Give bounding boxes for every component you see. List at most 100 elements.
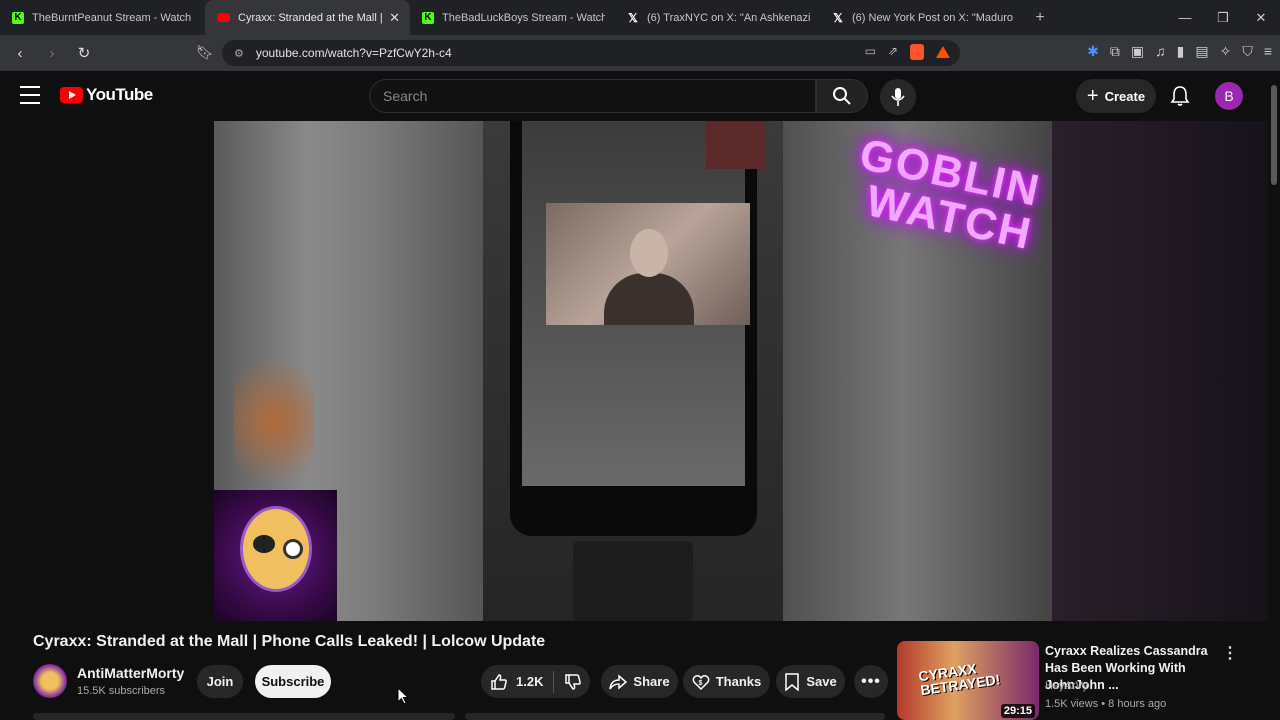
kick-icon: K	[12, 11, 24, 24]
browser-tab[interactable]: 𝕏 (6) TraxNYC on X: "An Ashkenazi less	[615, 0, 820, 35]
like-count[interactable]: 1.2K	[516, 674, 543, 689]
mouse-cursor-icon	[397, 687, 409, 705]
address-bar: ‹ › ↻ 🔖︎ ⚙ youtube.com/watch?v=PzfCwY2h-…	[0, 35, 1280, 71]
save-label: Save	[806, 674, 837, 689]
phone-footage	[483, 121, 783, 621]
leo-ai-icon[interactable]: ✧	[1220, 43, 1232, 60]
tab-title: TheBadLuckBoys Stream - Watch Live	[442, 11, 605, 24]
new-tab-icon[interactable]: +	[1025, 9, 1055, 27]
account-avatar[interactable]: B	[1215, 82, 1243, 110]
vpn-icon[interactable]: ⛉	[1242, 43, 1253, 60]
video-duration: 29:15	[1000, 704, 1035, 718]
thanks-button[interactable]: $ Thanks	[683, 665, 770, 698]
description-box-edge	[33, 713, 455, 720]
url-field[interactable]: ⚙ youtube.com/watch?v=PzfCwY2h-c4 ▭ ⇗	[222, 40, 960, 66]
like-dislike-group: 1.2K	[481, 665, 590, 698]
youtube-icon	[217, 13, 230, 22]
microphone-icon	[891, 88, 905, 106]
close-window-icon[interactable]: ✕	[1242, 0, 1280, 35]
phone-image	[510, 121, 766, 536]
omnibox-actions: ▭ ⇗	[865, 44, 950, 60]
window-controls: — ❐ ✕	[1166, 0, 1280, 35]
tab-title: (6) TraxNYC on X: "An Ashkenazi less	[647, 11, 810, 24]
screenshot-icon[interactable]: ▣	[1131, 43, 1144, 60]
media-icon[interactable]: ♫	[1155, 43, 1166, 60]
site-info-icon[interactable]: ⚙	[234, 47, 244, 60]
create-button[interactable]: + Create	[1076, 79, 1156, 113]
youtube-logo-text: YouTube	[86, 85, 153, 104]
video-call-image	[546, 203, 750, 325]
plus-icon: +	[1086, 84, 1099, 107]
cast-icon[interactable]: ▭	[865, 44, 876, 60]
extensions-toolbar: ✱ ⧉ ▣ ♫ ▮ ▤ ✧ ⛉ ≡	[1087, 43, 1272, 60]
browser-tab[interactable]: 𝕏 (6) New York Post on X: "Maduro Op	[820, 0, 1025, 35]
search-placeholder: Search	[383, 88, 428, 104]
browser-tab[interactable]: K TheBurntPeanut Stream - Watch L	[0, 0, 205, 35]
menu-icon[interactable]: ≡	[1264, 43, 1272, 60]
self-view-image	[706, 121, 766, 169]
forward-icon[interactable]: ›	[40, 41, 64, 65]
channel-watermark-logo	[214, 490, 337, 621]
save-button[interactable]: Save	[776, 665, 845, 698]
thanks-label: Thanks	[715, 674, 762, 689]
browser-tab-bar: K TheBurntPeanut Stream - Watch L Cyraxx…	[0, 0, 1280, 35]
thumbnail-text: CYRAXX BETRAYED!	[917, 660, 1002, 699]
share-label: Share	[633, 674, 670, 689]
channel-name[interactable]: AntiMatterMorty	[77, 665, 184, 681]
x-icon: 𝕏	[833, 10, 843, 25]
extension-icon[interactable]: ✱	[1087, 43, 1099, 60]
url-text: youtube.com/watch?v=PzfCwY2h-c4	[255, 46, 452, 60]
channel-avatar[interactable]	[33, 664, 67, 698]
youtube-logo[interactable]: YouTube	[60, 85, 153, 105]
notifications-bell-icon[interactable]	[1170, 85, 1190, 112]
bookmark-icon[interactable]: 🔖︎	[196, 44, 214, 61]
sidebar-icon[interactable]: ▮	[1177, 43, 1185, 60]
x-icon: 𝕏	[628, 10, 638, 25]
minimize-icon[interactable]: —	[1166, 0, 1204, 35]
share-button[interactable]: Share	[601, 665, 678, 698]
thanks-heart-icon: $	[692, 674, 710, 690]
share-icon	[609, 673, 628, 690]
more-vertical-icon[interactable]: ⋮	[1222, 643, 1238, 663]
recommended-video-meta: 1.5K views • 8 hours ago	[1045, 698, 1167, 710]
search-input[interactable]: Search	[369, 79, 816, 113]
page-scrollbar[interactable]	[1268, 71, 1280, 720]
more-horizontal-icon: •••	[861, 672, 881, 690]
restore-icon[interactable]: ❐	[1204, 0, 1242, 35]
brave-rewards-icon[interactable]	[936, 46, 950, 58]
tab-title: (6) New York Post on X: "Maduro Op	[852, 11, 1015, 24]
search-button[interactable]	[816, 79, 868, 113]
close-tab-icon[interactable]: ✕	[389, 10, 400, 26]
wallet-icon[interactable]: ▤	[1195, 43, 1208, 60]
recommended-video-thumbnail[interactable]: CYRAXX BETRAYED! 29:15	[897, 641, 1039, 720]
back-icon[interactable]: ‹	[8, 41, 32, 65]
svg-text:$: $	[698, 680, 702, 687]
tab-title: Cyraxx: Stranded at the Mall |	[238, 11, 383, 24]
video-player[interactable]: GOBLIN WATCH	[214, 121, 1052, 621]
join-button[interactable]: Join	[197, 665, 243, 698]
thumbs-up-icon[interactable]	[490, 673, 508, 691]
extensions-puzzle-icon[interactable]: ⧉	[1110, 43, 1120, 60]
hamburger-menu-icon[interactable]	[20, 86, 40, 104]
page-gutter-left	[0, 121, 214, 621]
browser-tab[interactable]: K TheBadLuckBoys Stream - Watch Live	[410, 0, 615, 35]
share-page-icon[interactable]: ⇗	[888, 44, 898, 60]
thumbs-down-icon[interactable]	[564, 673, 582, 691]
create-label: Create	[1104, 88, 1146, 104]
more-actions-button[interactable]: •••	[854, 665, 888, 698]
phone-screen	[522, 121, 766, 486]
video-title: Cyraxx: Stranded at the Mall | Phone Cal…	[33, 633, 546, 650]
browser-tab-active[interactable]: Cyraxx: Stranded at the Mall | ✕	[205, 0, 410, 35]
recommended-channel-name[interactable]: HeyArVy	[1045, 680, 1088, 692]
reload-icon[interactable]: ↻	[72, 41, 96, 65]
youtube-header: YouTube Search + Create B	[0, 71, 1280, 121]
voice-search-button[interactable]	[880, 79, 916, 115]
page-gutter-right	[1052, 121, 1268, 621]
brave-shields-icon[interactable]	[910, 44, 924, 60]
tab-title: TheBurntPeanut Stream - Watch L	[32, 11, 195, 24]
subscriber-count: 15.5K subscribers	[77, 685, 166, 697]
scrollbar-thumb[interactable]	[1271, 85, 1277, 185]
subscribe-button[interactable]: Subscribe	[255, 665, 331, 698]
comment-box-edge	[465, 713, 885, 720]
search-icon	[833, 87, 851, 105]
